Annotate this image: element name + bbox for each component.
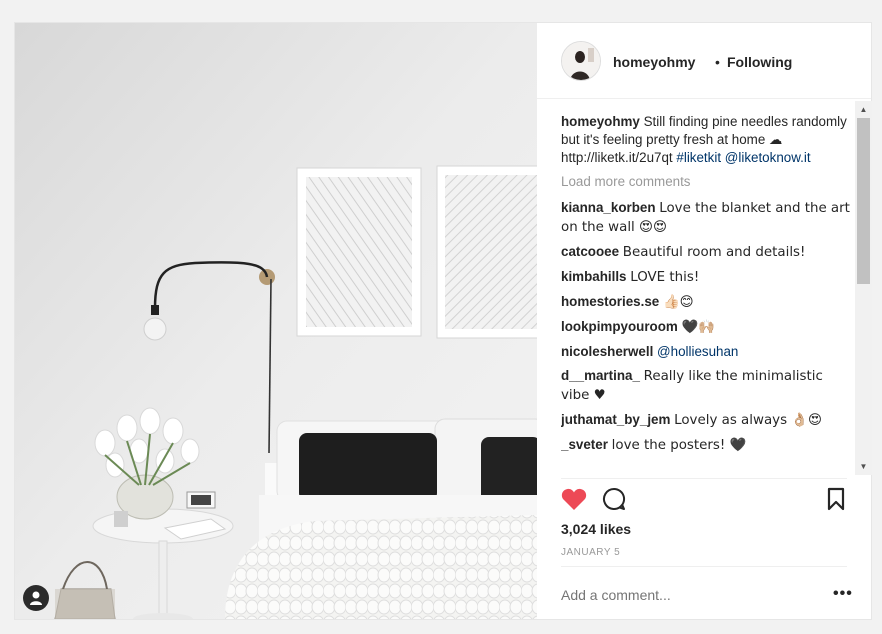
action-bar <box>561 483 851 515</box>
comment-username[interactable]: catcooee <box>561 244 619 259</box>
avatar[interactable] <box>561 41 601 81</box>
header-separator: • <box>715 54 720 70</box>
comment-text: 👍🏻😊 <box>662 295 694 310</box>
caption-username[interactable]: homeyohmy <box>561 114 640 129</box>
load-more-comments[interactable]: Load more comments <box>561 173 851 191</box>
comment-item: _sveter love the posters! 🖤 <box>561 436 851 455</box>
comment-text: LOVE this! <box>630 270 700 285</box>
comment-text: 🖤🙌🏼 <box>681 320 715 335</box>
following-button[interactable]: Following <box>727 54 792 70</box>
comment-item: lookpimpyouroom 🖤🙌🏼 <box>561 318 851 337</box>
comment-username[interactable]: lookpimpyouroom <box>561 319 678 334</box>
comments-scrollbar[interactable]: ▲ ▼ <box>855 101 872 475</box>
comment-item: juthamat_by_jem Lovely as always 👌🏼😍 <box>561 411 851 430</box>
comment-mention[interactable]: @holliesuhan <box>657 344 738 359</box>
comment-item: catcooee Beautiful room and details! <box>561 243 851 262</box>
caption-mention[interactable]: @liketoknow.it <box>725 150 811 165</box>
heart-icon[interactable] <box>561 487 587 511</box>
post-card: homeyohmy • Following homeyohmy Still fi… <box>14 22 872 620</box>
comment-username[interactable]: kianna_korben <box>561 200 656 215</box>
comment-icon[interactable] <box>602 487 626 511</box>
comment-item: d__martina_ Really like the minimalistic… <box>561 367 851 405</box>
comment-username[interactable]: nicolesherwell <box>561 344 653 359</box>
post-sidebar: homeyohmy • Following homeyohmy Still fi… <box>537 23 872 619</box>
caption-hashtag[interactable]: #liketkit <box>676 150 721 165</box>
comment-item: kianna_korben Love the blanket and the a… <box>561 199 851 237</box>
divider <box>561 566 847 567</box>
post-photo[interactable] <box>15 23 537 619</box>
divider <box>561 478 847 479</box>
post-date[interactable]: JANUARY 5 <box>561 547 620 558</box>
user-tag-button[interactable] <box>23 585 49 611</box>
more-options-button[interactable]: ••• <box>833 585 853 603</box>
comment-username[interactable]: juthamat_by_jem <box>561 412 670 427</box>
comment-item: nicolesherwell @holliesuhan <box>561 343 851 361</box>
comment-text: Beautiful room and details! <box>622 245 806 260</box>
header-username[interactable]: homeyohmy <box>613 54 695 70</box>
caption: homeyohmy Still finding pine needles ran… <box>561 113 851 167</box>
comment-username[interactable]: kimbahills <box>561 269 627 284</box>
comments-list: homeyohmy Still finding pine needles ran… <box>561 113 851 475</box>
comment-username[interactable]: _sveter <box>561 437 608 452</box>
comment-item: homestories.se 👍🏻😊 <box>561 293 851 312</box>
comment-text: Lovely as always 👌🏼😍 <box>674 413 822 428</box>
comment-username[interactable]: d__martina_ <box>561 368 640 383</box>
post-header: homeyohmy • Following <box>537 23 871 99</box>
scroll-up-arrow-icon[interactable]: ▲ <box>855 101 872 118</box>
add-comment-input[interactable] <box>561 587 821 603</box>
bookmark-icon[interactable] <box>827 487 845 511</box>
comment-item: kimbahills LOVE this! <box>561 268 851 287</box>
comment-text: love the posters! 🖤 <box>611 438 747 453</box>
comment-username[interactable]: homestories.se <box>561 294 659 309</box>
bedroom-photo <box>15 23 537 619</box>
person-icon <box>30 591 42 605</box>
avatar-image <box>562 42 600 80</box>
like-count[interactable]: 3,024 likes <box>561 521 631 537</box>
scroll-down-arrow-icon[interactable]: ▼ <box>855 458 872 475</box>
scrollbar-thumb[interactable] <box>857 118 870 284</box>
